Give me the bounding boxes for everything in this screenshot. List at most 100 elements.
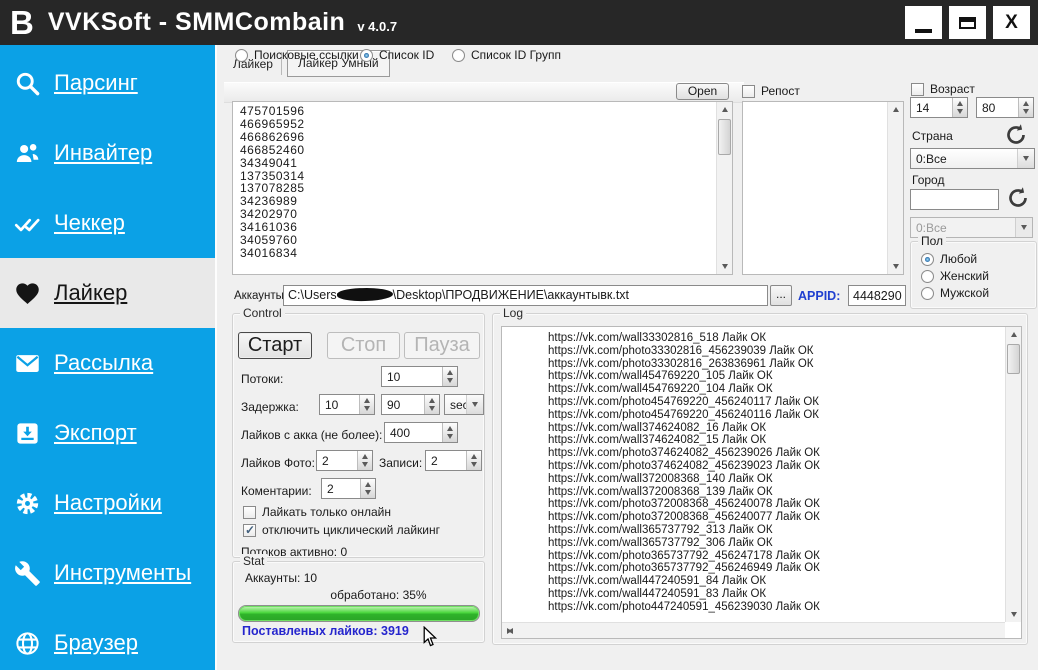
repost-checkbox[interactable]: Репост: [742, 84, 800, 98]
comments-stepper[interactable]: 2: [321, 478, 376, 499]
log-line: https://vk.com/wall374624082_16 Лайк ОК: [548, 422, 1005, 435]
stepper-arrows[interactable]: [359, 395, 374, 414]
radio-label: Список ID Групп: [471, 48, 561, 62]
scroll-up-icon[interactable]: [888, 102, 903, 117]
sidebar-item-tools[interactable]: Инструменты: [0, 538, 215, 608]
scrollbar-thumb[interactable]: [1007, 344, 1020, 374]
radio-id-list[interactable]: Список ID: [360, 48, 434, 62]
browse-button[interactable]: ...: [770, 285, 792, 306]
sidebar-item-label: Экспорт: [54, 420, 137, 446]
start-button[interactable]: Старт: [238, 332, 312, 359]
pause-button[interactable]: Пауза: [404, 332, 480, 359]
progress-bar-fill: [239, 606, 479, 621]
maximize-button[interactable]: [949, 6, 986, 39]
repost-label: Репост: [761, 84, 800, 98]
accounts-path-prefix: C:\Users: [288, 288, 337, 302]
sidebar-item-mailing[interactable]: Рассылка: [0, 328, 215, 398]
stepper-arrows[interactable]: [424, 395, 439, 414]
threads-label: Потоки:: [241, 372, 283, 386]
sidebar-item-checker[interactable]: Чеккер: [0, 188, 215, 258]
accounts-path-input[interactable]: C:\Users\Desktop\ПРОДВИЖЕНИЕ\аккаунтывк.…: [283, 285, 768, 306]
radio-gender-male[interactable]: Мужской: [921, 286, 989, 300]
id-listbox[interactable]: 4757015964669659524668626964668524603434…: [232, 101, 733, 275]
delay-unit-dropdown[interactable]: sec: [444, 394, 484, 415]
radio-gender-female[interactable]: Женский: [921, 269, 989, 283]
minimize-button[interactable]: [905, 6, 942, 39]
age-from-stepper[interactable]: 14: [910, 97, 968, 118]
refresh-city-icon[interactable]: [1006, 186, 1030, 210]
stepper-arrows[interactable]: [952, 98, 967, 117]
wrench-icon: [14, 560, 41, 587]
sidebar-item-liker[interactable]: Лайкер: [0, 258, 215, 328]
stepper-arrows[interactable]: [442, 367, 457, 386]
log-line: https://vk.com/wall365737792_313 Лайк ОК: [548, 524, 1005, 537]
radio-icon: [921, 253, 934, 266]
open-button[interactable]: Open: [676, 83, 729, 100]
log-line: https://vk.com/wall447240591_84 Лайк ОК: [548, 575, 1005, 588]
delay-from-stepper[interactable]: 10: [319, 394, 375, 415]
max-likes-stepper[interactable]: 400: [384, 422, 458, 443]
scroll-up-icon[interactable]: [717, 102, 732, 117]
stepper-arrows[interactable]: [466, 451, 481, 470]
chevron-down-icon: [1015, 218, 1032, 237]
appid-input[interactable]: 4448290: [848, 285, 906, 306]
radio-group-id-list[interactable]: Список ID Групп: [452, 48, 561, 62]
radio-search-links[interactable]: Поисковые ссылки: [235, 48, 359, 62]
log-line: https://vk.com/photo365737792_456246949 …: [548, 562, 1005, 575]
posts-value: 2: [426, 451, 466, 470]
stop-button[interactable]: Стоп: [327, 332, 400, 359]
disable-cyclic-checkbox[interactable]: отключить циклический лайкинг: [243, 523, 440, 537]
id-list-vertical-scrollbar[interactable]: [716, 102, 732, 274]
scroll-up-icon[interactable]: [1006, 327, 1021, 342]
country-dropdown[interactable]: 0:Все: [910, 148, 1035, 169]
only-online-checkbox[interactable]: Лайкать только онлайн: [243, 505, 391, 519]
repost-listbox[interactable]: [742, 101, 904, 275]
radio-gender-any[interactable]: Любой: [921, 252, 977, 266]
stepper-arrows[interactable]: [357, 451, 372, 470]
posts-stepper[interactable]: 2: [425, 450, 482, 471]
people-icon: [14, 140, 41, 167]
scroll-down-icon[interactable]: [888, 259, 903, 274]
sidebar-item-inviter[interactable]: Инвайтер: [0, 118, 215, 188]
sidebar-item-settings[interactable]: Настройки: [0, 468, 215, 538]
sidebar-item-label: Инструменты: [54, 560, 191, 586]
titlebar: B VVKSoft - SMMCombain v 4.0.7 X: [0, 0, 1038, 45]
stepper-arrows[interactable]: [360, 479, 375, 498]
control-groupbox: Control Старт Стоп Пауза Потоки: 10 Заде…: [232, 313, 485, 558]
delay-to-stepper[interactable]: 90: [381, 394, 440, 415]
close-button[interactable]: X: [993, 6, 1030, 39]
disable-cyclic-label: отключить циклический лайкинг: [262, 523, 440, 537]
sidebar-item-export[interactable]: Экспорт: [0, 398, 215, 468]
sidebar-item-parsing[interactable]: Парсинг: [0, 48, 215, 118]
sidebar-item-label: Рассылка: [54, 350, 153, 376]
log-lines[interactable]: https://vk.com/wall33302816_518 Лайк ОК h…: [502, 327, 1005, 622]
log-line: https://vk.com/wall33302816_518 Лайк ОК: [548, 332, 1005, 345]
scrollbar-thumb[interactable]: [718, 119, 731, 155]
repost-vertical-scrollbar[interactable]: [887, 102, 903, 274]
log-box[interactable]: https://vk.com/wall33302816_518 Лайк ОК h…: [501, 326, 1022, 639]
age-checkbox[interactable]: Возраст: [911, 82, 975, 96]
log-horizontal-scrollbar[interactable]: [502, 622, 1005, 638]
log-group-title: Log: [500, 306, 526, 320]
max-likes-label: Лайков с акка (не более):: [241, 428, 382, 442]
city-input[interactable]: [910, 189, 999, 210]
threads-stepper[interactable]: 10: [381, 366, 458, 387]
id-list[interactable]: 4757015964669659524668626964668524603434…: [233, 102, 716, 274]
radio-label: Список ID: [379, 48, 434, 62]
id-line: 34236989: [240, 195, 716, 208]
stepper-arrows[interactable]: [1018, 98, 1033, 117]
mail-icon: [14, 350, 41, 377]
id-line: 137350314: [240, 170, 716, 183]
sidebar-item-browser[interactable]: Браузер: [0, 608, 215, 670]
scroll-down-icon[interactable]: [717, 259, 732, 274]
log-line: https://vk.com/photo365737792_456247178 …: [548, 550, 1005, 563]
scroll-down-icon[interactable]: [1006, 607, 1021, 622]
refresh-country-icon[interactable]: [1004, 123, 1028, 147]
stepper-arrows[interactable]: [442, 423, 457, 442]
scroll-right-icon[interactable]: [502, 623, 517, 638]
log-line: https://vk.com/photo372008368_456240077 …: [548, 511, 1005, 524]
sidebar-item-label: Инвайтер: [54, 140, 152, 166]
photo-likes-stepper[interactable]: 2: [316, 450, 373, 471]
age-to-stepper[interactable]: 80: [976, 97, 1034, 118]
log-vertical-scrollbar[interactable]: [1005, 327, 1021, 622]
